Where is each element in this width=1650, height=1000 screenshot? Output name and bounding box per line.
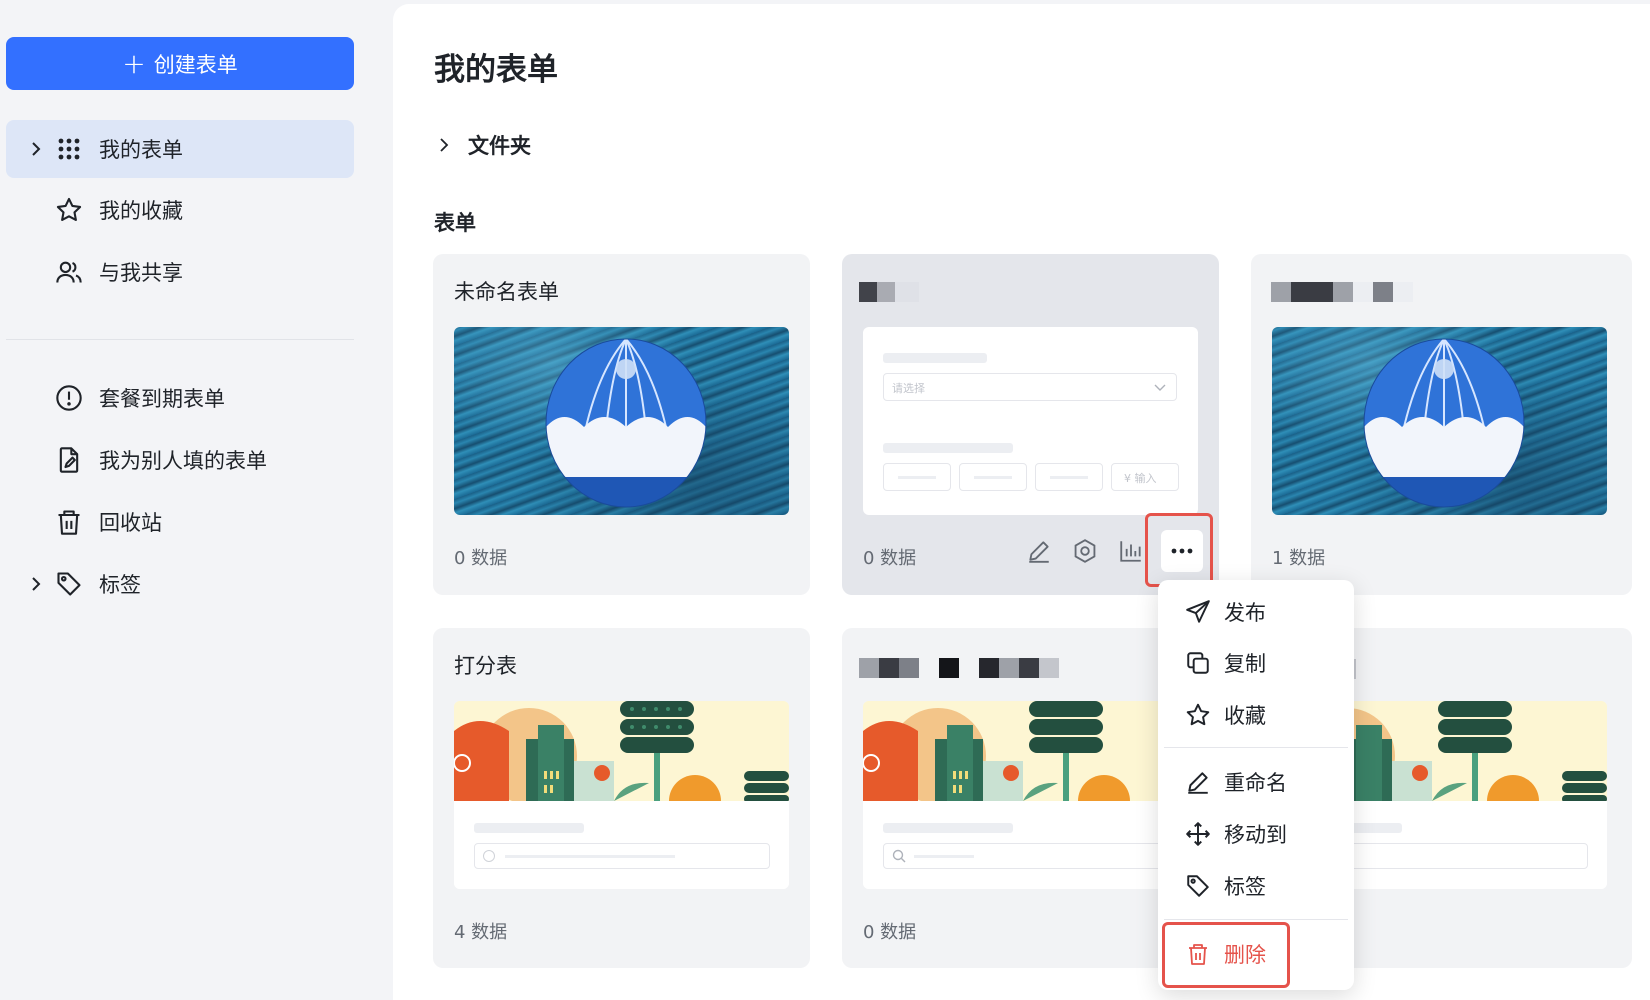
tag-icon xyxy=(1184,872,1212,900)
menu-item-label: 移动到 xyxy=(1224,823,1287,847)
sidebar-divider xyxy=(6,339,354,340)
form-card-count: 4 数据 xyxy=(454,922,508,943)
menu-item-move-to[interactable]: 移动到 xyxy=(1158,811,1354,857)
form-card-title: 未命名表单 xyxy=(454,280,559,304)
trash-icon xyxy=(54,507,84,537)
menu-item-label: 标签 xyxy=(1224,875,1266,899)
form-thumbnail-balloon xyxy=(454,327,789,515)
form-card[interactable]: 未命名表单 0 数据 xyxy=(433,254,810,595)
form-card-count: 1 数据 xyxy=(1272,548,1326,569)
main-panel: 我的表单 文件夹 表单 未命名表单 0 数据 请选择 ¥ 输入 0 数据 1 数… xyxy=(393,4,1650,1000)
menu-item-label: 发布 xyxy=(1224,601,1266,625)
sidebar-item-label: 我的表单 xyxy=(99,138,183,162)
grid-icon xyxy=(54,134,84,164)
form-card-count: 0 数据 xyxy=(454,548,508,569)
settings-icon[interactable] xyxy=(1069,535,1101,567)
form-card-actions xyxy=(1023,530,1203,572)
form-thumbnail-illustration xyxy=(454,701,789,889)
users-icon xyxy=(54,257,84,287)
amount-hint: ¥ 输入 xyxy=(1124,472,1157,485)
pencil-icon xyxy=(1184,768,1212,796)
form-thumbnail-balloon xyxy=(1272,327,1607,515)
create-form-button[interactable]: + 创建表单 xyxy=(6,37,354,90)
form-card[interactable]: 打分表 4 数据 xyxy=(433,628,810,968)
sidebar-item-label: 与我共享 xyxy=(99,261,183,285)
create-form-label: 创建表单 xyxy=(153,52,238,77)
card-context-menu: 发布 复制 收藏 重命名 移动到 标签 删除 xyxy=(1158,580,1354,990)
search-icon xyxy=(892,849,906,863)
menu-item-label: 删除 xyxy=(1224,943,1266,967)
edit-icon[interactable] xyxy=(1023,535,1055,567)
folder-toggle[interactable]: 文件夹 xyxy=(434,130,531,160)
form-card[interactable]: 请选择 ¥ 输入 0 数据 xyxy=(842,254,1219,595)
copy-icon xyxy=(1184,649,1212,677)
form-card-title-redacted xyxy=(1271,282,1413,302)
form-card-count: 0 数据 xyxy=(863,548,917,569)
sidebar-item-favorites[interactable]: 我的收藏 xyxy=(6,181,354,239)
chevron-right-icon[interactable] xyxy=(28,141,44,157)
form-card[interactable]: 1 数据 xyxy=(1251,254,1632,595)
tag-icon xyxy=(54,569,84,599)
sidebar-item-trash[interactable]: 回收站 xyxy=(6,493,354,551)
sidebar-item-my-forms[interactable]: 我的表单 xyxy=(6,120,354,178)
menu-divider xyxy=(1164,919,1348,920)
sidebar-item-filled-for-others[interactable]: 我为别人填的表单 xyxy=(6,431,354,489)
menu-item-favorite[interactable]: 收藏 xyxy=(1158,692,1354,738)
menu-item-tag[interactable]: 标签 xyxy=(1158,863,1354,909)
form-card-title-redacted xyxy=(859,658,1059,678)
folder-label: 文件夹 xyxy=(468,134,531,158)
more-icon xyxy=(1171,548,1193,554)
sidebar-item-label: 我为别人填的表单 xyxy=(99,449,267,473)
sidebar-item-shared-with-me[interactable]: 与我共享 xyxy=(6,243,354,301)
alert-circle-icon xyxy=(54,383,84,413)
form-card-title-redacted xyxy=(859,282,919,302)
menu-item-rename[interactable]: 重命名 xyxy=(1158,759,1354,805)
move-icon xyxy=(1184,820,1212,848)
send-icon xyxy=(1184,598,1212,626)
sidebar-item-tags[interactable]: 标签 xyxy=(6,555,354,613)
chevron-down-icon xyxy=(1154,384,1166,391)
sidebar: + 创建表单 我的表单 我的收藏 与我共享 套餐到期表单 我为别人填的表单 回收… xyxy=(0,0,380,1000)
select-placeholder: 请选择 xyxy=(892,382,925,395)
star-icon xyxy=(1184,701,1212,729)
form-thumbnail-preview: 请选择 ¥ 输入 xyxy=(863,327,1198,515)
sidebar-item-label: 套餐到期表单 xyxy=(99,387,225,411)
statistics-icon[interactable] xyxy=(1115,535,1147,567)
form-card-title: 打分表 xyxy=(454,654,517,678)
form-thumbnail-illustration xyxy=(863,701,1198,889)
plus-icon: + xyxy=(122,46,146,80)
more-actions-button[interactable] xyxy=(1161,530,1203,572)
sidebar-item-label: 标签 xyxy=(99,573,141,597)
trash-icon xyxy=(1184,940,1212,968)
page-title: 我的表单 xyxy=(434,52,558,88)
document-edit-icon xyxy=(54,445,84,475)
menu-item-label: 复制 xyxy=(1224,652,1266,676)
menu-item-publish[interactable]: 发布 xyxy=(1158,589,1354,635)
sidebar-item-expired-plan-forms[interactable]: 套餐到期表单 xyxy=(6,369,354,427)
menu-item-copy[interactable]: 复制 xyxy=(1158,640,1354,686)
sidebar-item-label: 我的收藏 xyxy=(99,199,183,223)
menu-item-label: 收藏 xyxy=(1224,704,1266,728)
menu-item-label: 重命名 xyxy=(1224,771,1287,795)
menu-item-delete[interactable]: 删除 xyxy=(1158,931,1354,977)
section-label-forms: 表单 xyxy=(434,211,476,235)
chevron-right-icon[interactable] xyxy=(28,576,44,592)
form-card-count: 0 数据 xyxy=(863,922,917,943)
menu-divider xyxy=(1164,747,1348,748)
sidebar-item-label: 回收站 xyxy=(99,511,162,535)
star-icon xyxy=(54,195,84,225)
chevron-right-icon xyxy=(434,137,454,153)
